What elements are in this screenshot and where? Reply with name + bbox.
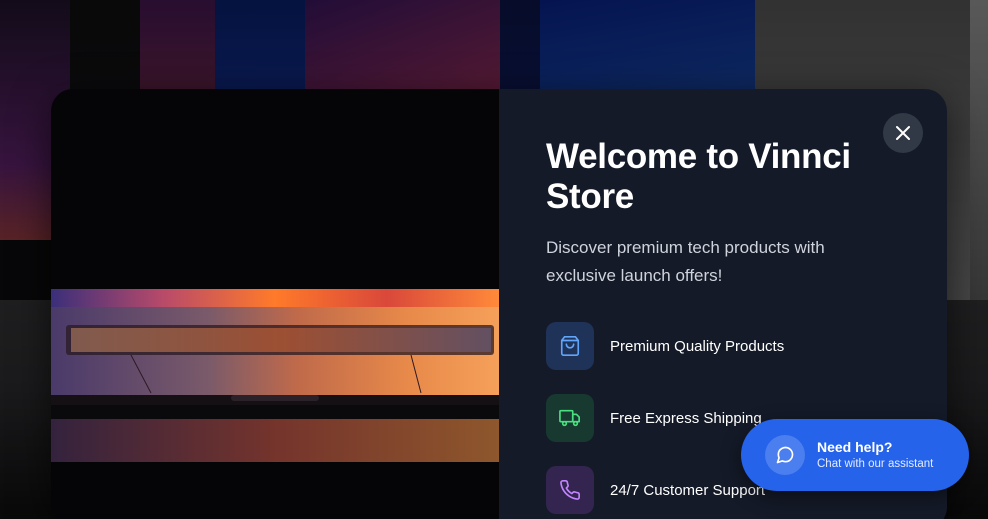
hero-image (51, 89, 499, 519)
truck-icon (559, 409, 580, 427)
chat-icon-wrapper (765, 435, 805, 475)
help-text: Need help? Chat with our assistant (817, 438, 933, 472)
help-title: Need help? (817, 439, 893, 455)
modal-title: Welcome to Vinnci Store (546, 137, 851, 216)
close-button[interactable] (883, 113, 923, 153)
shopping-bag-icon (560, 336, 580, 356)
phone-icon-wrapper (546, 466, 594, 514)
help-subtitle: Chat with our assistant (817, 458, 934, 470)
truck-icon-wrapper (546, 394, 594, 442)
phone-icon (560, 480, 580, 500)
modal-subtitle: Discover premium tech products with excl… (546, 238, 825, 285)
laptop-image (51, 289, 499, 462)
help-chat-button[interactable]: Need help? Chat with our assistant (741, 419, 969, 491)
chat-bubble-icon (776, 446, 794, 464)
feature-label: 24/7 Customer Support (610, 481, 766, 499)
feature-label: Free Express Shipping (610, 409, 762, 427)
feature-label: Premium Quality Products (610, 337, 785, 355)
close-icon (896, 126, 910, 140)
feature-item: Premium Quality Products (546, 322, 947, 370)
shopping-bag-icon-wrapper (546, 322, 594, 370)
